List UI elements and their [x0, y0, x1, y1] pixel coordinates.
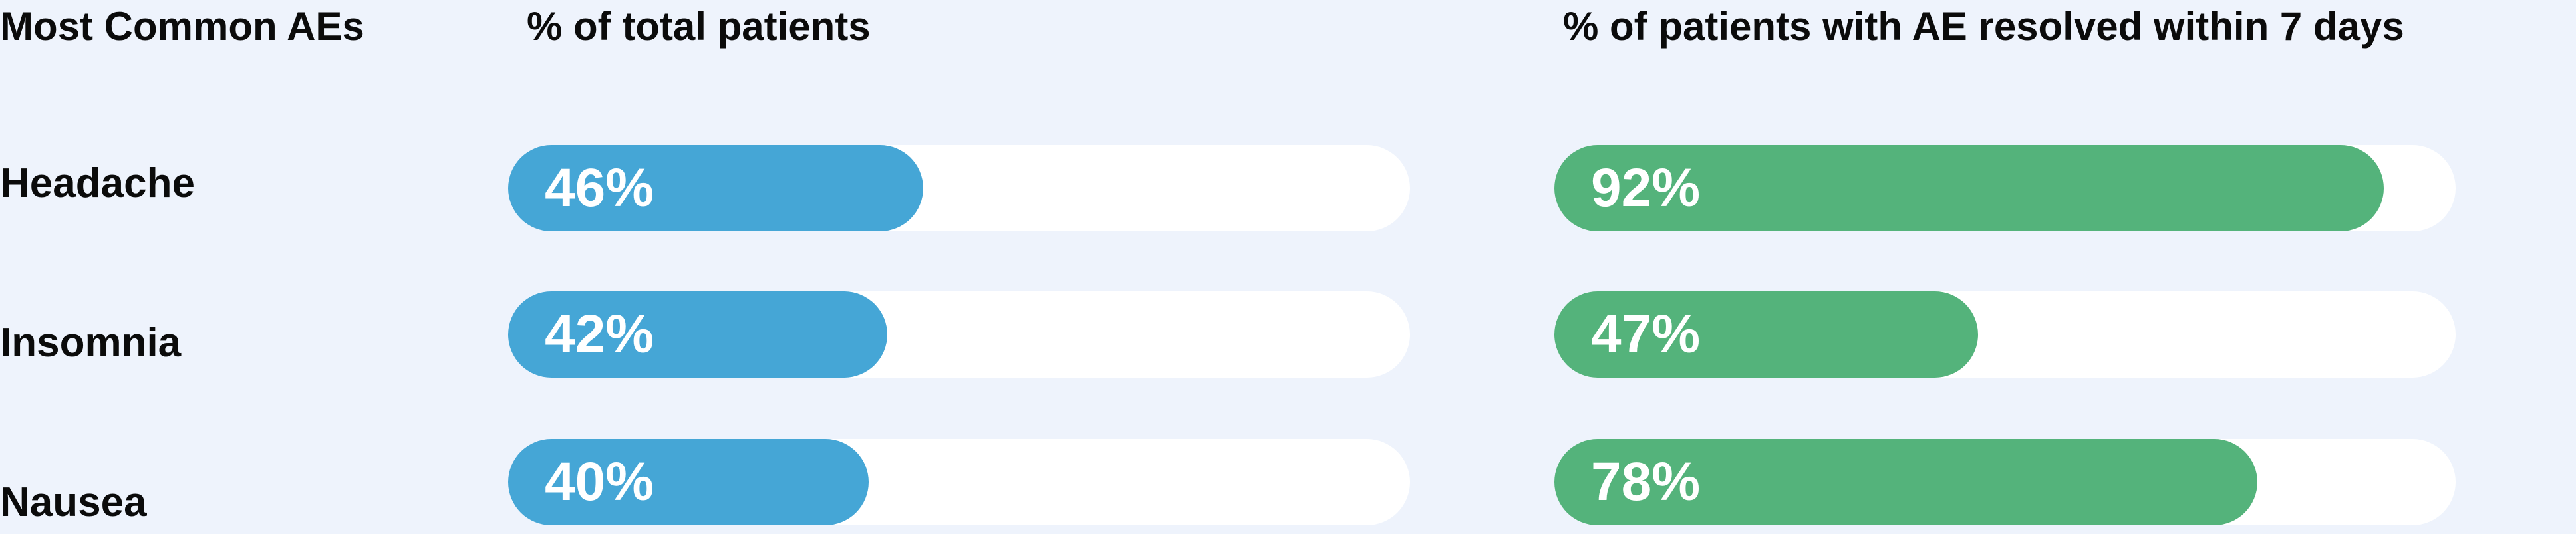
bar-headache-series-0: 46%	[508, 145, 923, 231]
header-category: Most Common AEs	[0, 4, 364, 49]
bar-track-insomnia-series-1: 47%	[1554, 291, 2456, 378]
bar-track-nausea-series-1: 78%	[1554, 439, 2456, 525]
header-resolved-within-7-days: % of patients with AE resolved within 7 …	[1563, 4, 2404, 49]
category-label-headache: Headache	[0, 160, 195, 206]
category-label-nausea: Nausea	[0, 479, 147, 525]
bar-nausea-series-0: 40%	[508, 439, 869, 525]
data-label-nausea-series-0: 40%	[545, 452, 654, 512]
data-label-headache-series-0: 46%	[545, 158, 654, 218]
bar-insomnia-series-0: 42%	[508, 291, 887, 378]
bar-headache-series-1: 92%	[1554, 145, 2384, 231]
header-total-patients: % of total patients	[527, 4, 871, 49]
bar-track-insomnia-series-0: 42%	[508, 291, 1410, 378]
data-label-nausea-series-1: 78%	[1591, 452, 1701, 512]
bar-track-headache-series-1: 92%	[1554, 145, 2456, 231]
category-label-insomnia: Insomnia	[0, 320, 182, 366]
bar-nausea-series-1: 78%	[1554, 439, 2257, 525]
bar-insomnia-series-1: 47%	[1554, 291, 1978, 378]
bar-track-nausea-series-0: 40%	[508, 439, 1410, 525]
data-label-insomnia-series-1: 47%	[1591, 304, 1701, 364]
data-label-headache-series-1: 92%	[1591, 158, 1701, 218]
data-label-insomnia-series-0: 42%	[545, 304, 654, 364]
bar-track-headache-series-0: 46%	[508, 145, 1410, 231]
